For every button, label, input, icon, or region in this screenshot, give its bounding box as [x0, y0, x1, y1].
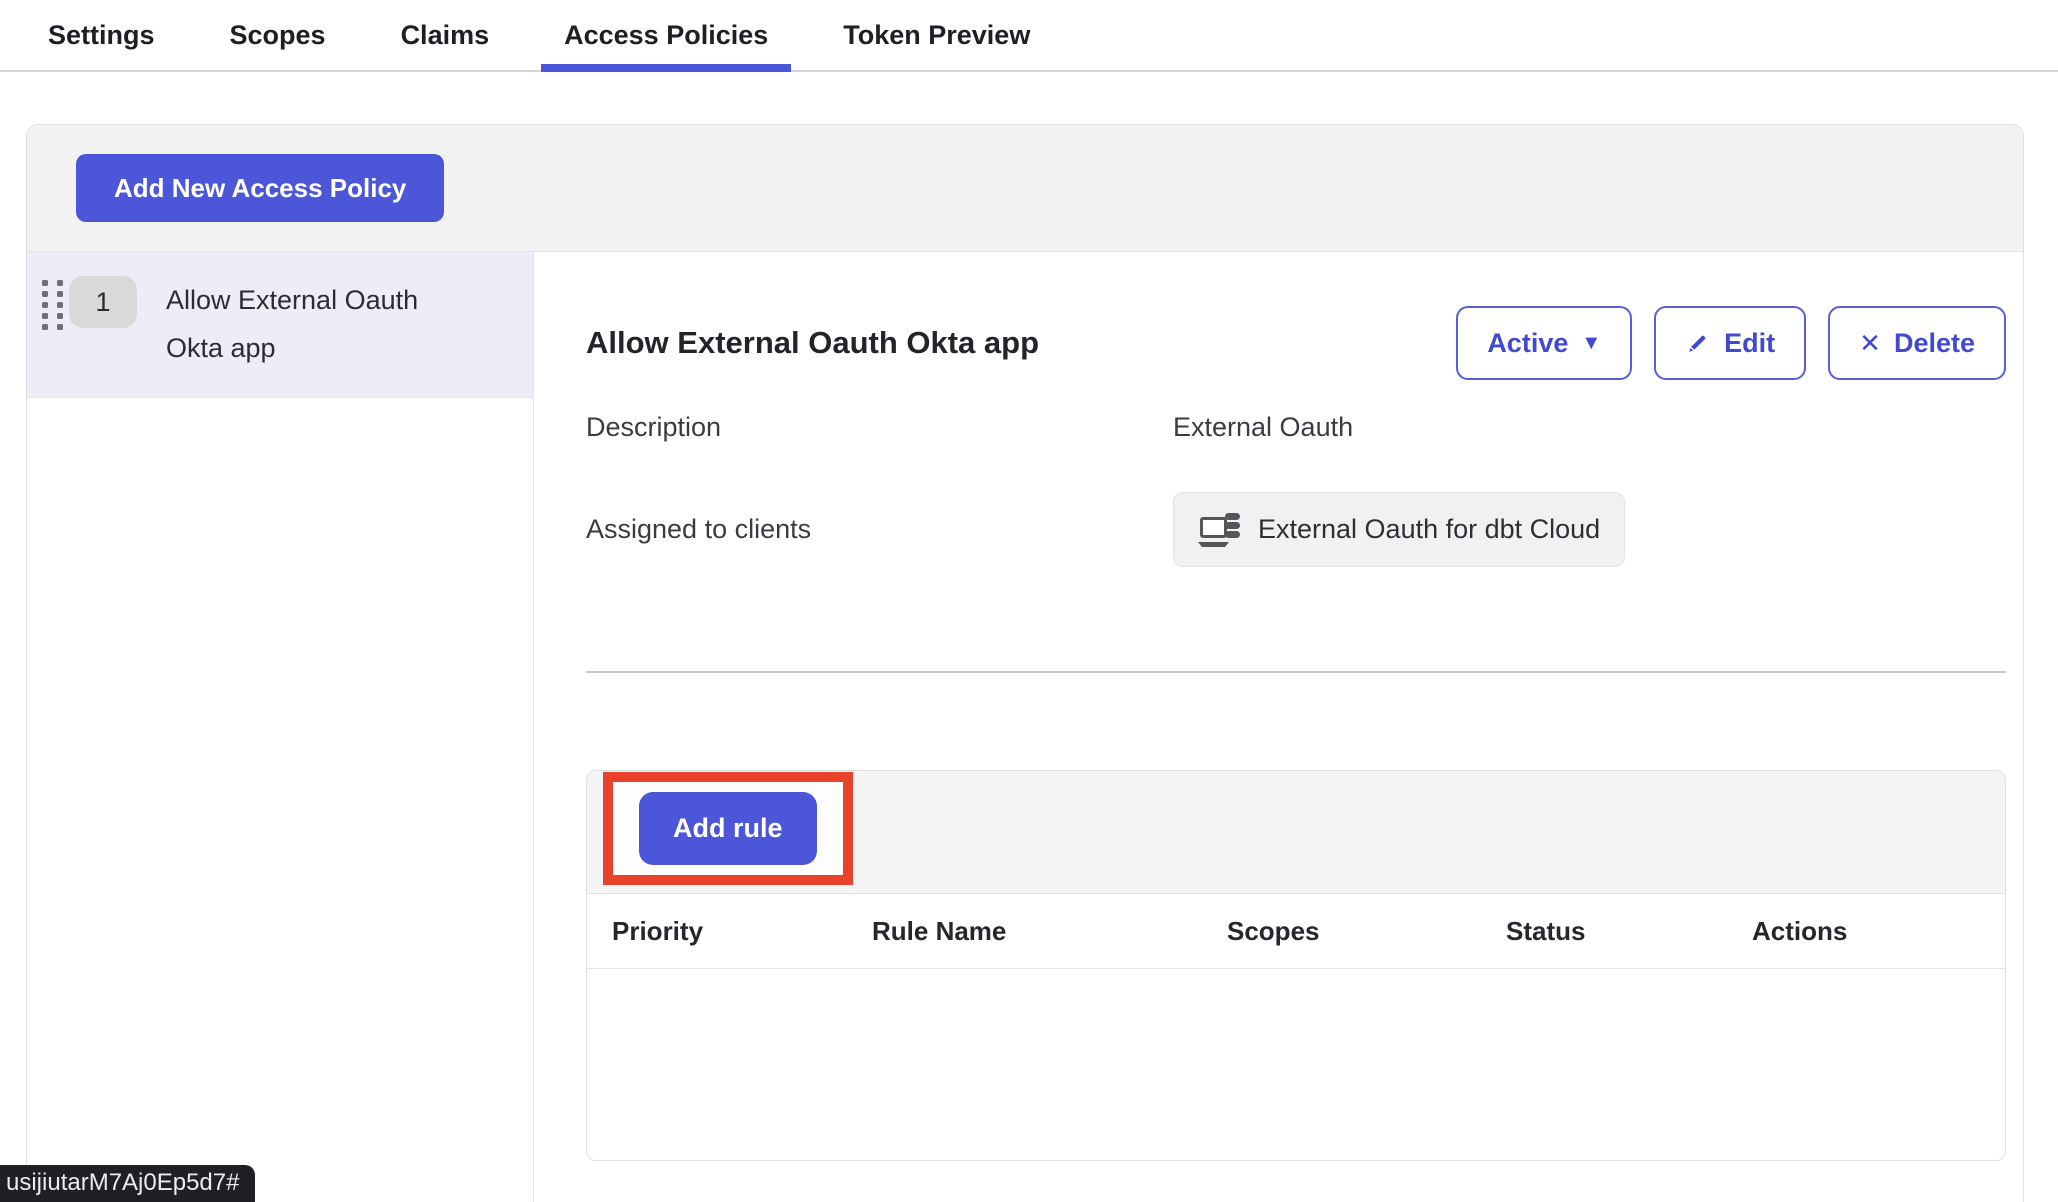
column-header-status: Status [1506, 916, 1752, 947]
status-bar-tooltip: usijiutarM7Aj0Ep5d7# [0, 1165, 255, 1202]
column-header-scopes: Scopes [1227, 916, 1506, 947]
edit-button[interactable]: Edit [1654, 306, 1806, 380]
tab-bar: Settings Scopes Claims Access Policies T… [0, 0, 2058, 72]
access-policies-card: Add New Access Policy 1 Allow External O… [26, 124, 2024, 1202]
status-dropdown-button[interactable]: Active ▼ [1456, 306, 1632, 380]
tab-scopes[interactable]: Scopes [207, 0, 349, 72]
add-new-access-policy-button[interactable]: Add New Access Policy [76, 154, 444, 222]
policy-detail-pane: Allow External Oauth Okta app Active ▼ [534, 252, 2024, 1202]
field-row-assigned-clients: Assigned to clients [586, 492, 2006, 567]
column-header-rule-name: Rule Name [872, 916, 1227, 947]
card-body: 1 Allow External Oauth Okta app Allow Ex… [27, 252, 2023, 1202]
chevron-down-icon: ▼ [1581, 333, 1601, 353]
column-header-actions: Actions [1752, 916, 2005, 947]
tab-token-preview[interactable]: Token Preview [820, 0, 1053, 72]
tab-access-policies[interactable]: Access Policies [541, 0, 791, 72]
status-dropdown-label: Active [1487, 328, 1568, 359]
field-value: External Oauth [1173, 412, 2006, 443]
tab-settings[interactable]: Settings [25, 0, 178, 72]
policy-list: 1 Allow External Oauth Okta app [27, 252, 534, 1202]
policy-actions: Active ▼ Edit [1456, 306, 2006, 380]
assigned-client-chip[interactable]: External Oauth for dbt Cloud [1173, 492, 1625, 567]
field-label: Assigned to clients [586, 514, 1173, 545]
access-policies-page: Settings Scopes Claims Access Policies T… [0, 0, 2058, 1202]
policy-title: Allow External Oauth Okta app [586, 325, 1039, 361]
delete-button[interactable]: ✕ Delete [1828, 306, 2006, 380]
add-rule-button[interactable]: Add rule [639, 792, 817, 865]
assigned-client-label: External Oauth for dbt Cloud [1258, 514, 1600, 545]
tab-claims[interactable]: Claims [378, 0, 513, 72]
delete-button-label: Delete [1894, 328, 1975, 359]
section-divider [586, 671, 2006, 673]
column-header-priority: Priority [612, 916, 872, 947]
policy-fields: Description External Oauth Assigned to c… [586, 412, 2006, 567]
highlight-annotation-box: Add rule [603, 772, 853, 885]
field-row-description: Description External Oauth [586, 412, 2006, 443]
rules-table-header: Priority Rule Name Scopes Status Actions [587, 894, 2005, 969]
edit-button-label: Edit [1724, 328, 1775, 359]
policy-name: Allow External Oauth Okta app [166, 276, 466, 372]
rules-table-empty-body [587, 969, 2005, 1160]
rules-header: Add rule [587, 771, 2005, 894]
x-icon: ✕ [1859, 330, 1881, 356]
pencil-icon [1685, 330, 1711, 356]
field-label: Description [586, 412, 1173, 443]
card-header: Add New Access Policy [27, 125, 2023, 252]
client-app-icon [1198, 511, 1244, 548]
rules-card: Add rule Priority Rule Name Scopes Statu… [586, 770, 2006, 1161]
drag-handle-icon[interactable] [42, 280, 63, 330]
detail-header: Allow External Oauth Okta app Active ▼ [586, 252, 2006, 380]
policy-list-item[interactable]: 1 Allow External Oauth Okta app [27, 252, 533, 398]
policy-priority-badge: 1 [69, 276, 137, 328]
